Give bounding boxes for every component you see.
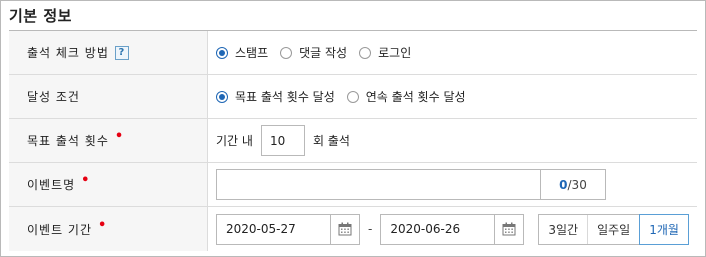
char-count-max: /30 — [567, 177, 587, 192]
quick-week-button[interactable]: 일주일 — [587, 214, 640, 244]
start-date-field[interactable]: 2020-05-27 — [216, 213, 360, 245]
radio-login[interactable] — [359, 46, 372, 59]
condition-option-label: 연속 출석 횟수 달성 — [365, 90, 466, 104]
required-mark: • — [114, 129, 125, 144]
method-label-text: 출석 체크 방법 — [27, 46, 109, 60]
target-value: 기간 내 10 회 출석 — [208, 119, 697, 162]
quick-month-button[interactable]: 1개월 — [639, 213, 689, 245]
row-target: 목표 출석 횟수 • 기간 내 10 회 출석 — [9, 119, 697, 163]
row-period: 이벤트 기간 • 2020-05-27 - 2020-06-26 3일간 일주일… — [9, 207, 697, 251]
end-date-field[interactable]: 2020-06-26 — [380, 213, 525, 245]
target-label: 목표 출석 횟수 • — [9, 119, 208, 162]
help-icon[interactable]: ? — [114, 45, 129, 60]
calendar-icon — [338, 222, 352, 236]
start-calendar-button[interactable] — [330, 214, 359, 244]
required-mark: • — [81, 173, 91, 188]
radio-comment[interactable] — [280, 46, 293, 59]
required-mark: • — [98, 217, 108, 233]
row-event-name: 이벤트명 • 0 /30 — [9, 163, 697, 207]
condition-option-consecutive[interactable]: 연속 출석 횟수 달성 — [346, 88, 466, 105]
condition-option-label: 목표 출석 횟수 달성 — [235, 90, 335, 104]
event-name-input[interactable] — [217, 170, 540, 199]
basic-info-form: 출석 체크 방법 ? 스탬프 댓글 작성 로그인 달성 조건 목표 출석 횟수 … — [9, 31, 697, 251]
target-label-text: 목표 출석 횟수 — [27, 134, 109, 148]
char-count-current: 0 — [559, 177, 568, 192]
condition-label: 달성 조건 — [9, 75, 208, 118]
method-option-comment[interactable]: 댓글 작성 — [280, 44, 347, 61]
row-method: 출석 체크 방법 ? 스탬프 댓글 작성 로그인 — [9, 31, 697, 75]
date-separator: - — [368, 222, 373, 236]
start-date-input[interactable]: 2020-05-27 — [217, 215, 330, 244]
quick-3days-button[interactable]: 3일간 — [539, 214, 588, 244]
quick-period-buttons: 3일간 일주일 1개월 — [538, 213, 689, 245]
event-name-label-text: 이벤트명 — [27, 178, 76, 192]
method-option-label: 로그인 — [378, 46, 412, 60]
period-label: 이벤트 기간 • — [9, 207, 208, 251]
method-option-login[interactable]: 로그인 — [359, 44, 411, 61]
row-condition: 달성 조건 목표 출석 횟수 달성 연속 출석 횟수 달성 — [9, 75, 697, 119]
target-count-input[interactable]: 10 — [260, 125, 305, 156]
condition-option-target[interactable]: 목표 출석 횟수 달성 — [216, 88, 335, 105]
event-name-label: 이벤트명 • — [9, 163, 208, 206]
condition-label-text: 달성 조건 — [27, 90, 80, 104]
target-suffix: 회 출석 — [312, 134, 350, 148]
condition-options: 목표 출석 횟수 달성 연속 출석 횟수 달성 — [208, 75, 697, 118]
target-prefix: 기간 내 — [216, 134, 253, 148]
event-name-value: 0 /30 — [208, 163, 697, 206]
method-option-stamp[interactable]: 스탬프 — [216, 44, 268, 61]
method-option-label: 스탬프 — [235, 46, 269, 60]
radio-stamp[interactable] — [216, 46, 228, 59]
basic-info-panel: 기본 정보 출석 체크 방법 ? 스탬프 댓글 작성 로그인 달성 조건 목표 … — [0, 0, 706, 257]
end-date-input[interactable]: 2020-06-26 — [381, 215, 494, 244]
period-label-text: 이벤트 기간 — [27, 222, 93, 237]
radio-target-count[interactable] — [216, 90, 228, 103]
calendar-icon — [502, 222, 516, 236]
method-option-label: 댓글 작성 — [299, 46, 348, 60]
char-counter: 0 /30 — [540, 170, 605, 199]
method-options: 스탬프 댓글 작성 로그인 — [208, 31, 697, 74]
period-value: 2020-05-27 - 2020-06-26 3일간 일주일 1개월 — [208, 207, 697, 251]
panel-title: 기본 정보 — [9, 7, 72, 25]
end-calendar-button[interactable] — [494, 214, 523, 244]
event-name-field: 0 /30 — [216, 169, 606, 200]
radio-consecutive-count[interactable] — [346, 90, 359, 103]
method-label: 출석 체크 방법 ? — [9, 31, 208, 74]
